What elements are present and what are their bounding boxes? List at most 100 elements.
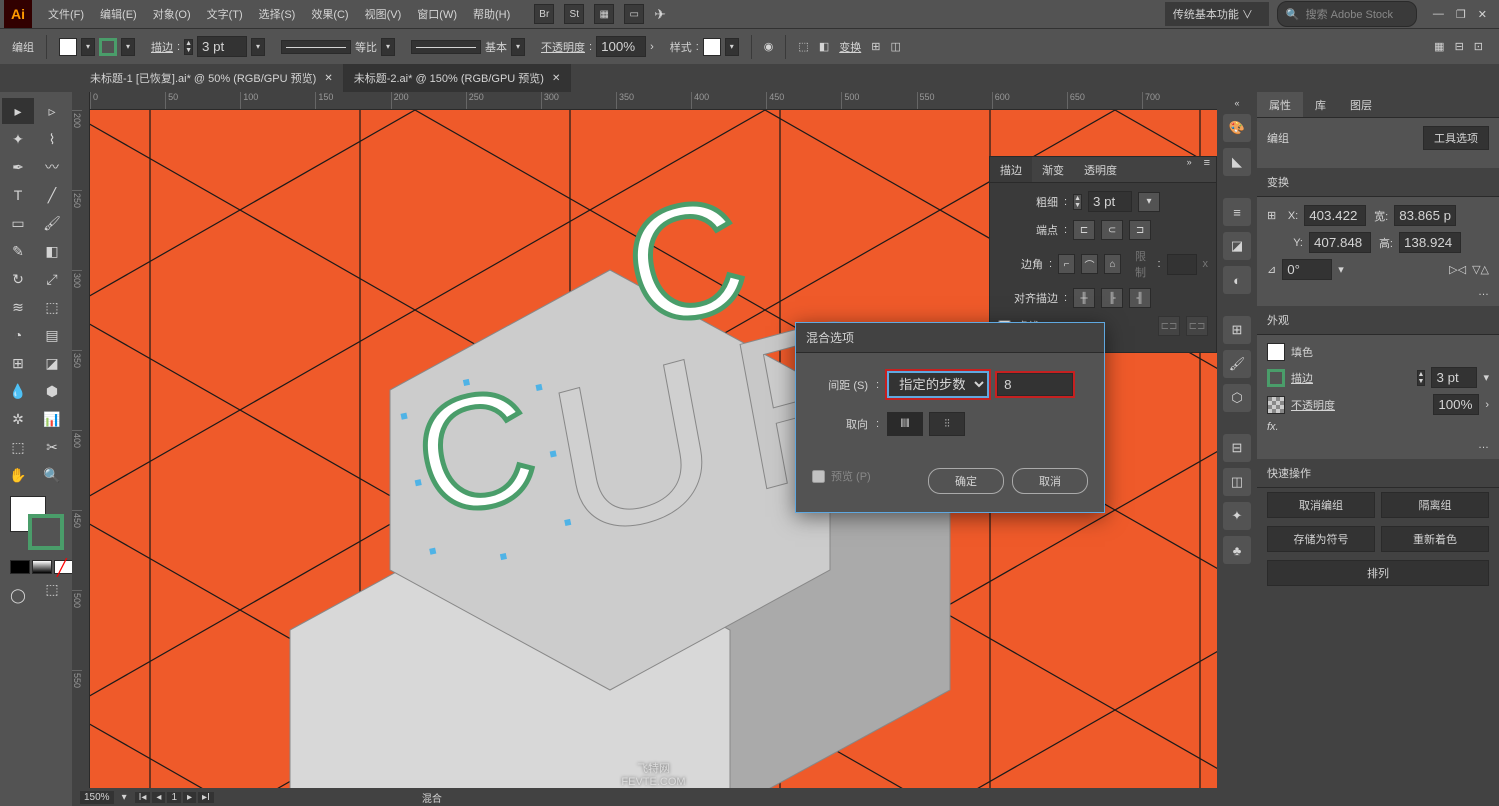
opacity-dd[interactable]: › — [1485, 399, 1489, 411]
stroke-label[interactable]: 描边 — [151, 39, 173, 55]
arrange-icon[interactable]: ▦ — [594, 4, 614, 24]
minimize-icon[interactable]: — — [1433, 8, 1444, 21]
appearance-panel-icon[interactable]: ♣ — [1223, 536, 1251, 564]
align-center[interactable]: ╫ — [1073, 288, 1095, 308]
stroke-weight[interactable] — [1431, 367, 1477, 388]
layout-icon[interactable]: ▭ — [624, 4, 644, 24]
eraser-tool[interactable]: ◧ — [36, 238, 68, 264]
draw-normal[interactable]: ◯ — [2, 582, 34, 608]
zoom-dd[interactable]: ▾ — [122, 792, 127, 803]
transform-more[interactable]: … — [1478, 286, 1489, 298]
weight-up[interactable]: ▲ — [1074, 195, 1081, 202]
type-tool[interactable]: T — [2, 182, 34, 208]
opacity-swatch[interactable] — [1267, 396, 1285, 414]
mesh-tool[interactable]: ⊞ — [2, 350, 34, 376]
scale-tool[interactable]: ⤢ — [36, 266, 68, 292]
fx-button[interactable]: fx. — [1267, 421, 1279, 433]
style-dd[interactable]: ▾ — [725, 38, 739, 56]
transparency-tab[interactable]: 透明度 — [1074, 157, 1127, 182]
weight-dd[interactable]: ▾ — [1138, 192, 1160, 212]
stroke-swatch[interactable] — [1267, 369, 1285, 387]
color-guide-icon[interactable]: ◣ — [1223, 148, 1251, 176]
selection-tool[interactable]: ▸ — [2, 98, 34, 124]
close-tab-icon[interactable]: ✕ — [324, 73, 332, 84]
menu-view[interactable]: 视图(V) — [357, 0, 410, 28]
angle-dd[interactable]: ▾ — [1338, 263, 1344, 276]
flip-v-icon[interactable]: ▽△ — [1472, 263, 1489, 276]
color-panel-icon[interactable]: 🎨 — [1223, 114, 1251, 142]
panel-col-icon[interactable]: ⊡ — [1474, 40, 1483, 53]
ruler-vertical[interactable]: 200250300350400450500550 — [72, 110, 90, 806]
rotate-tool[interactable]: ↻ — [2, 266, 34, 292]
menu-select[interactable]: 选择(S) — [251, 0, 304, 28]
bridge-icon[interactable]: Br — [534, 4, 554, 24]
fill-stroke-swatch[interactable] — [10, 496, 62, 552]
profile-dd[interactable]: ▾ — [381, 38, 395, 56]
y-input[interactable] — [1309, 232, 1371, 253]
weight-down[interactable]: ▼ — [1074, 202, 1081, 209]
pathfinder-panel-icon[interactable]: ◫ — [1223, 468, 1251, 496]
pen-tool[interactable]: ✒ — [2, 154, 34, 180]
fill-swatch[interactable] — [1267, 343, 1285, 361]
stroke-down[interactable]: ▼ — [185, 47, 192, 54]
free-transform-tool[interactable]: ⬚ — [36, 294, 68, 320]
shaper-tool[interactable]: ✎ — [2, 238, 34, 264]
doc-tab-1[interactable]: 未标题-1 [已恢复].ai* @ 50% (RGB/GPU 预览)✕ — [80, 64, 344, 92]
opacity-val[interactable] — [1433, 394, 1479, 415]
stroke-weight-dd[interactable]: ▾ — [251, 38, 265, 56]
stroke-weight-input[interactable] — [197, 36, 247, 57]
line-tool[interactable]: ╱ — [36, 182, 68, 208]
workspace-select[interactable]: 传统基本功能 ∨ — [1165, 2, 1269, 26]
gradient-mode[interactable] — [32, 560, 52, 574]
flip-h-icon[interactable]: ▷◁ — [1449, 263, 1466, 276]
doc-tab-2[interactable]: 未标题-2.ai* @ 150% (RGB/GPU 预览)✕ — [344, 64, 572, 92]
ruler-horizontal[interactable]: 0501001502002503003504004505005506006507… — [72, 92, 1217, 110]
align-panel-icon[interactable]: ⊟ — [1223, 434, 1251, 462]
fill-swatch[interactable] — [59, 38, 77, 56]
symbol-sprayer-tool[interactable]: ✲ — [2, 406, 34, 432]
magic-wand-tool[interactable]: ✦ — [2, 126, 34, 152]
ungroup-button[interactable]: 取消编组 — [1267, 492, 1375, 518]
artboard-tool[interactable]: ⬚ — [2, 434, 34, 460]
stroke-profile[interactable] — [281, 40, 351, 54]
x-input[interactable] — [1304, 205, 1366, 226]
close-tab-icon[interactable]: ✕ — [552, 73, 560, 84]
weight-input[interactable] — [1088, 191, 1132, 212]
orient-page[interactable]: ⫴⫴ — [887, 412, 923, 436]
rectangle-tool[interactable]: ▭ — [2, 210, 34, 236]
none-mode[interactable]: ╱ — [54, 560, 74, 574]
menu-file[interactable]: 文件(F) — [40, 0, 92, 28]
panel-tab-layers[interactable]: 图层 — [1338, 92, 1384, 117]
blend-tool[interactable]: ⬢ — [36, 378, 68, 404]
transparency-panel-icon[interactable]: ◐ — [1223, 266, 1251, 294]
preview-checkbox[interactable]: 预览 (P) — [812, 468, 871, 484]
w-input[interactable] — [1394, 205, 1456, 226]
search-input[interactable]: 🔍搜索 Adobe Stock — [1277, 1, 1417, 27]
panel-toggle-icon[interactable]: ▦ — [1434, 40, 1444, 53]
appearance-more[interactable]: … — [1478, 439, 1489, 451]
spacing-select[interactable]: 指定的步数 — [887, 371, 989, 398]
join-bevel[interactable]: ⌂ — [1104, 254, 1121, 274]
gradient-tab[interactable]: 渐变 — [1032, 157, 1074, 182]
reference-point[interactable]: ⊞ — [1267, 209, 1276, 222]
opacity-input[interactable] — [596, 36, 646, 57]
gradient-tool[interactable]: ◪ — [36, 350, 68, 376]
stroke-up[interactable]: ▲ — [1418, 371, 1425, 378]
width-tool[interactable]: ≋ — [2, 294, 34, 320]
style-swatch[interactable] — [703, 38, 721, 56]
shape-builder-tool[interactable]: ◔ — [2, 322, 34, 348]
direct-selection-tool[interactable]: ▹ — [36, 98, 68, 124]
save-symbol-button[interactable]: 存储为符号 — [1267, 526, 1375, 552]
cap-butt[interactable]: ⊏ — [1073, 220, 1095, 240]
slice-tool[interactable]: ✂ — [36, 434, 68, 460]
isolate-icon[interactable]: ⬚ — [798, 40, 808, 53]
opacity-dd[interactable]: › — [650, 41, 654, 53]
color-mode[interactable] — [10, 560, 30, 574]
transform-panel-icon[interactable]: ✦ — [1223, 502, 1251, 530]
zoom-tool[interactable]: 🔍 — [36, 462, 68, 488]
fill-dd[interactable]: ▾ — [81, 38, 95, 56]
menu-help[interactable]: 帮助(H) — [465, 0, 518, 28]
lasso-tool[interactable]: ⌇ — [36, 126, 68, 152]
stroke-dd[interactable]: ▾ — [121, 38, 135, 56]
restore-icon[interactable]: ❐ — [1456, 8, 1466, 21]
